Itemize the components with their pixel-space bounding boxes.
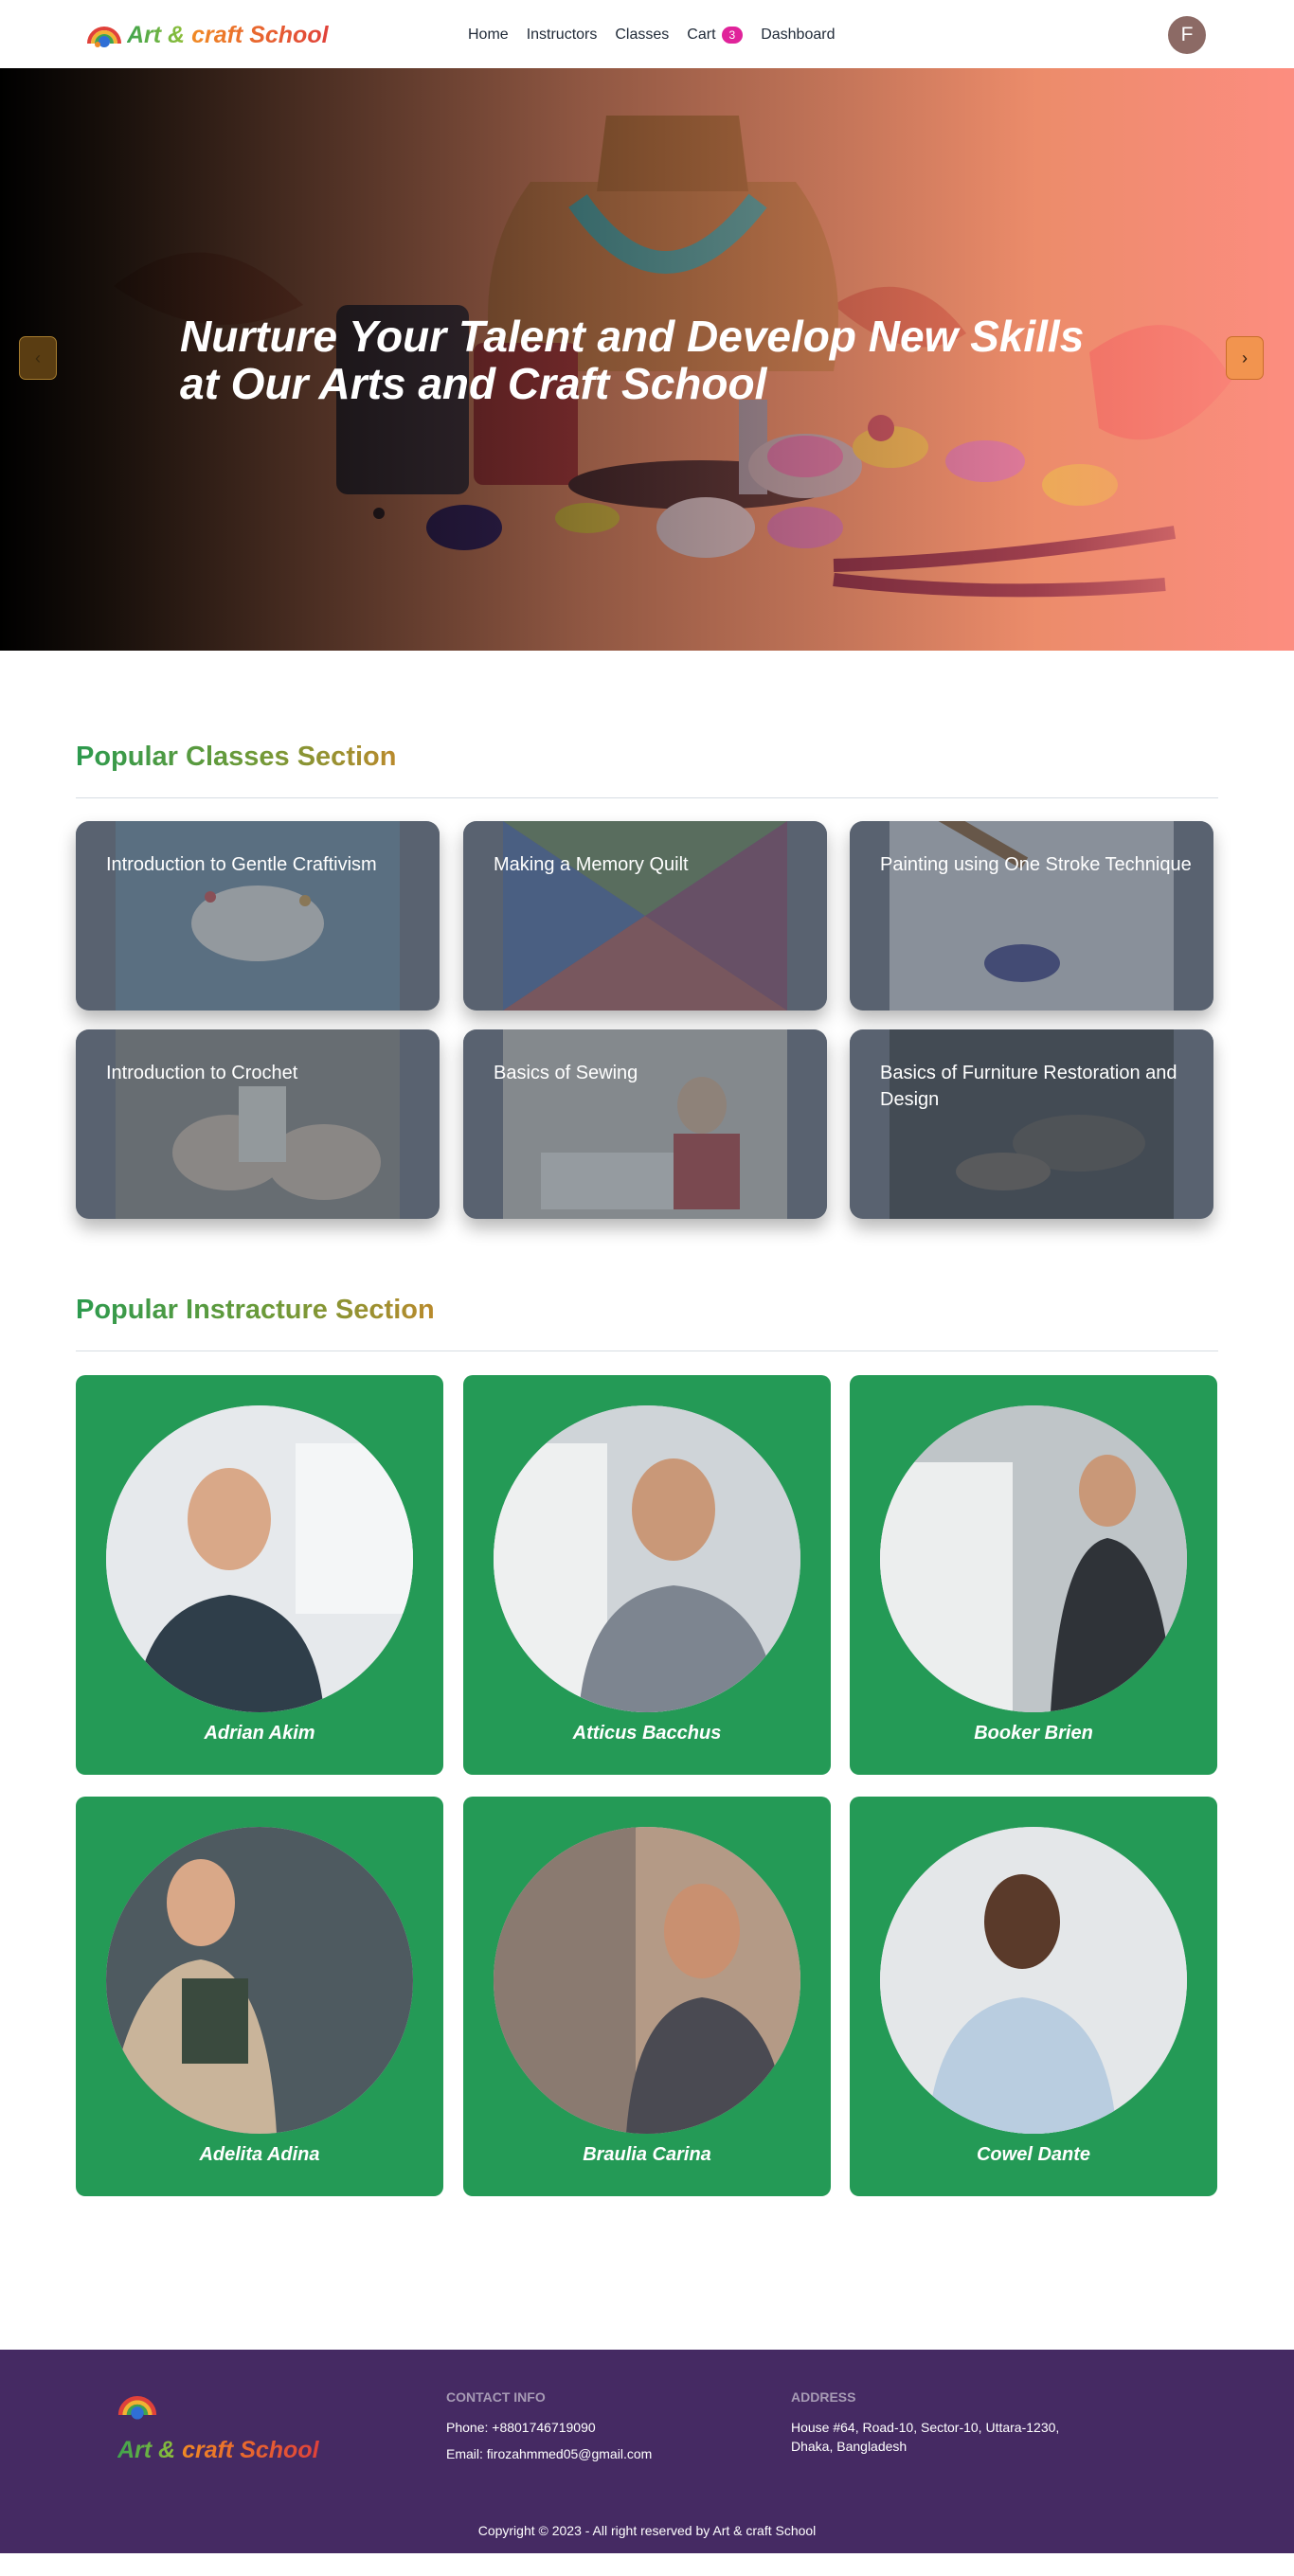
instructor-card[interactable]: Atticus Bacchus [463, 1375, 831, 1775]
instructor-photo [494, 1827, 800, 2134]
nav-home-link[interactable]: Home [468, 27, 509, 44]
class-card[interactable]: Basics of Sewing [463, 1029, 827, 1219]
class-card-shade [76, 821, 440, 1011]
class-title: Basics of Furniture Restoration and Desi… [880, 1063, 1177, 1110]
class-card-shade [76, 1029, 440, 1219]
nav-cart-label: Cart [687, 27, 716, 43]
instructor-photo [880, 1405, 1187, 1712]
nav-dashboard-link[interactable]: Dashboard [761, 27, 835, 44]
brand-link[interactable]: Art & craft School [85, 17, 329, 53]
user-avatar[interactable]: F [1168, 16, 1206, 54]
instructor-card[interactable]: Cowel Dante [850, 1797, 1217, 2196]
contact-heading: CONTACT INFO [446, 2389, 546, 2405]
contact-phone: Phone: +8801746719090 [446, 2420, 596, 2435]
class-card[interactable]: Making a Memory Quilt [463, 821, 827, 1011]
nav-links: Home Instructors Classes Cart 3 Dashboar… [468, 27, 853, 44]
class-card[interactable]: Basics of Furniture Restoration and Desi… [850, 1029, 1213, 1219]
cart-count-badge: 3 [721, 27, 744, 44]
instructor-name: Cowel Dante [976, 2144, 1091, 2165]
nav-instructors-link[interactable]: Instructors [527, 27, 598, 44]
instructor-name: Booker Brien [974, 1723, 1093, 1744]
instructor-name: Adrian Akim [204, 1723, 315, 1744]
instructor-name: Adelita Adina [199, 2144, 320, 2165]
address-line1: House #64, Road-10, Sector-10, Uttara-12… [791, 2420, 1060, 2435]
carousel-next-button[interactable]: › [1226, 336, 1264, 380]
section-divider [76, 797, 1218, 798]
hero-title-line1: Nurture Your Talent and Develop New Skil… [180, 312, 1085, 361]
instructor-name: Atticus Bacchus [572, 1723, 722, 1744]
class-title: Introduction to Gentle Craftivism [106, 854, 377, 875]
instructor-photo [880, 1827, 1187, 2134]
instructor-photo [106, 1405, 413, 1712]
instructor-card[interactable]: Adelita Adina [76, 1797, 443, 2196]
class-card[interactable]: Introduction to Gentle Craftivism [76, 821, 440, 1011]
class-title: Making a Memory Quilt [494, 854, 689, 875]
address-heading: ADDRESS [791, 2389, 856, 2405]
hero-title: Nurture Your Talent and Develop New Skil… [180, 313, 1137, 407]
class-title: Painting using One Stroke Technique [880, 854, 1192, 875]
popular-instructors-title: Popular Instracture Section [76, 1295, 435, 1325]
nav-cart-link[interactable]: Cart 3 [687, 27, 744, 44]
class-card-shade [463, 1029, 827, 1219]
rainbow-logo-icon [87, 27, 121, 47]
carousel-prev-button[interactable]: ‹ [19, 336, 57, 380]
class-title: Basics of Sewing [494, 1063, 638, 1083]
instructor-card[interactable]: Braulia Carina [463, 1797, 831, 2196]
instructor-card[interactable]: Adrian Akim [76, 1375, 443, 1775]
footer-brand-name: Art & craft School [117, 2437, 319, 2463]
class-card[interactable]: Painting using One Stroke Technique [850, 821, 1213, 1011]
instructor-photo [106, 1827, 413, 2134]
instructor-name: Braulia Carina [583, 2144, 711, 2165]
copyright: Copyright © 2023 - All right reserved by… [477, 2523, 817, 2538]
class-card-shade [850, 1029, 1213, 1219]
address-line2: Dhaka, Bangladesh [791, 2439, 908, 2454]
popular-classes-title: Popular Classes Section [76, 742, 397, 772]
contact-email[interactable]: Email: firozahmmed05@gmail.com [446, 2444, 652, 2463]
hero-title-line2: at Our Arts and Craft School [180, 359, 767, 408]
instructor-photo [494, 1405, 800, 1712]
class-title: Introduction to Crochet [106, 1063, 298, 1083]
class-card[interactable]: Introduction to Crochet [76, 1029, 440, 1219]
class-card-shade [463, 821, 827, 1011]
brand-name: Art & craft School [127, 21, 329, 48]
nav-classes-link[interactable]: Classes [615, 27, 669, 44]
navbar: Art & craft School Home Instructors Clas… [0, 0, 1294, 68]
hero-carousel: Nurture Your Talent and Develop New Skil… [0, 68, 1294, 651]
footer-rainbow-logo-icon [117, 2395, 157, 2420]
instructor-card[interactable]: Booker Brien [850, 1375, 1217, 1775]
class-card-shade [850, 821, 1213, 1011]
